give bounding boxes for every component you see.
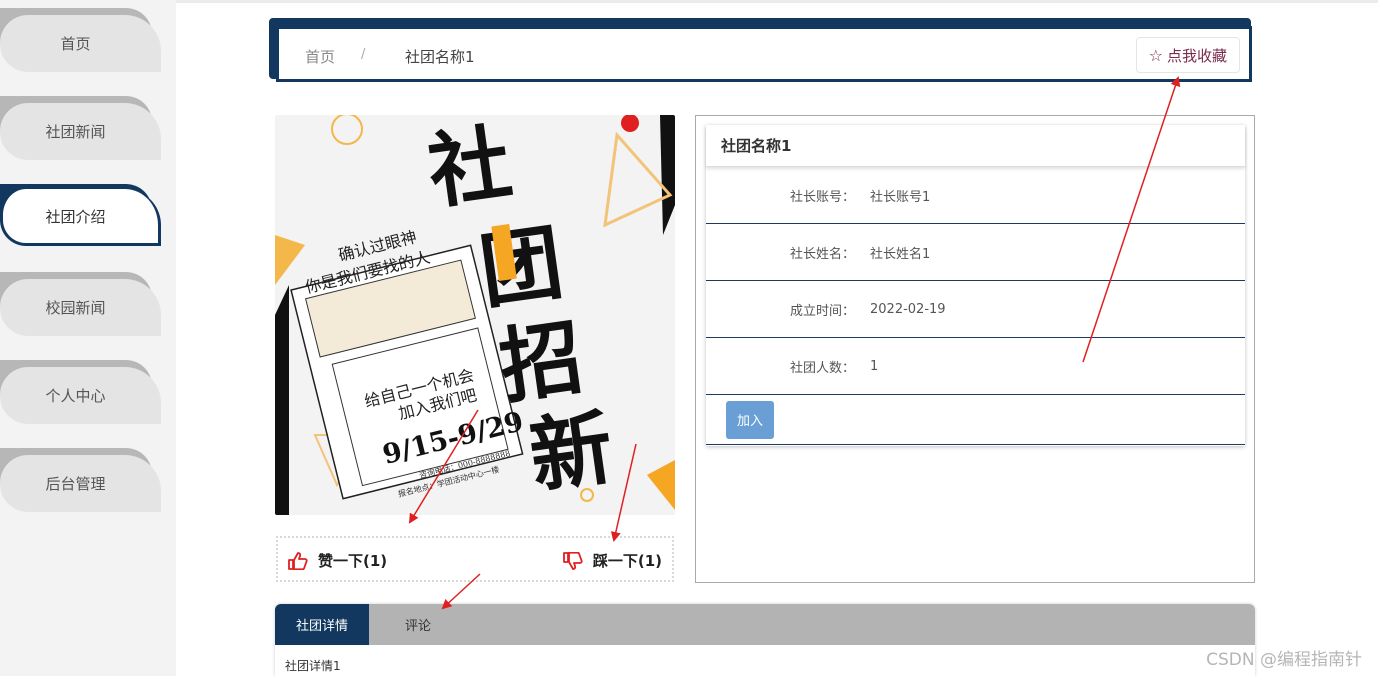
join-button[interactable]: 加入 — [726, 400, 774, 439]
club-name-title: 社团名称1 — [706, 125, 1245, 167]
breadcrumb-separator: / — [361, 47, 366, 62]
info-label: 社团人数 — [789, 360, 842, 376]
info-row-founded-date: 成立时间 ： 2022-02-19 — [706, 281, 1245, 338]
tab-club-details[interactable]: 社团详情 — [275, 604, 369, 645]
dislike-label: 踩一下(1) — [592, 552, 662, 570]
sidebar-item-admin[interactable]: 后台管理 — [0, 448, 161, 512]
poster-headline-char: 新 — [524, 400, 618, 505]
top-divider — [176, 0, 1378, 3]
breadcrumb: 首页 / 社团名称1 ☆ 点我收藏 — [276, 26, 1252, 82]
breadcrumb-home-link[interactable]: 首页 — [305, 46, 335, 67]
sidebar-item-campus-news[interactable]: 校园新闻 — [0, 272, 161, 336]
poster-headline-char: 社 — [423, 115, 517, 220]
tab-content: 社团详情1 — [285, 659, 341, 673]
tab-bar: 社团详情 评论 — [275, 604, 1255, 645]
club-poster-image: 社 团 招 新 确认过眼神 你是我们要找的人 给自己一个机会 加入我们吧 9/1… — [275, 115, 675, 515]
poster-graphic: 社 团 招 新 确认过眼神 你是我们要找的人 给自己一个机会 加入我们吧 9/1… — [275, 115, 675, 515]
sidebar-item-club-news[interactable]: 社团新闻 — [0, 96, 161, 160]
sidebar-item-label: 社团新闻 — [0, 103, 161, 160]
tab-comments[interactable]: 评论 — [369, 604, 449, 645]
detail-tabs: 社团详情 评论 社团详情1 — [275, 604, 1255, 676]
star-icon: ☆ — [1148, 45, 1163, 65]
sidebar-item-label: 首页 — [0, 15, 161, 72]
poster-headline-char: 团 — [474, 215, 568, 320]
sidebar-item-label: 个人中心 — [0, 367, 161, 424]
info-label: 社长姓名 — [789, 246, 842, 262]
info-value: 2022-02-19 — [870, 301, 946, 317]
info-colon: ： — [842, 303, 856, 319]
info-row-leader-name: 社长姓名 ： 社长姓名1 — [706, 224, 1245, 281]
favorite-button[interactable]: ☆ 点我收藏 — [1135, 37, 1240, 73]
like-label: 赞一下(1) — [318, 552, 388, 570]
sidebar-item-home[interactable]: 首页 — [0, 8, 161, 72]
join-row: 加入 — [706, 395, 1245, 445]
vote-bar: 赞一下(1) 踩一下(1) — [276, 536, 674, 582]
club-info-panel: 社团名称1 社长账号 ： 社长账号1 社长姓名 ： 社长姓名1 成立时间 ： 2… — [695, 115, 1255, 583]
sidebar-item-label: 校园新闻 — [0, 279, 161, 336]
info-label: 成立时间 — [789, 303, 842, 319]
info-label: 社长账号 — [789, 189, 842, 205]
sidebar-item-club-intro[interactable]: 社团介绍 — [0, 184, 161, 246]
thumbs-up-icon — [288, 551, 308, 570]
like-button[interactable]: 赞一下(1) — [288, 550, 387, 571]
sidebar-item-personal-center[interactable]: 个人中心 — [0, 360, 161, 424]
info-value: 1 — [870, 358, 879, 374]
info-colon: ： — [842, 360, 856, 376]
sidebar: 首页 社团新闻 社团介绍 校园新闻 个人中心 后台管理 — [0, 0, 176, 676]
info-value: 社长姓名1 — [870, 246, 931, 262]
watermark: CSDN @编程指南针 — [1206, 650, 1362, 670]
poster-headline-char: 招 — [494, 310, 588, 415]
dislike-button[interactable]: 踩一下(1) — [562, 550, 662, 571]
club-info-card: 社团名称1 社长账号 ： 社长账号1 社长姓名 ： 社长姓名1 成立时间 ： 2… — [706, 125, 1245, 446]
favorite-button-label: 点我收藏 — [1166, 46, 1227, 65]
info-colon: ： — [842, 246, 856, 262]
info-value: 社长账号1 — [870, 189, 931, 205]
thumbs-down-icon — [562, 551, 583, 570]
breadcrumb-current: 社团名称1 — [405, 48, 475, 66]
info-colon: ： — [842, 189, 856, 205]
sidebar-item-label: 社团介绍 — [0, 189, 161, 246]
info-row-member-count: 社团人数 ： 1 — [706, 338, 1245, 395]
info-row-leader-account: 社长账号 ： 社长账号1 — [706, 167, 1245, 224]
sidebar-item-label: 后台管理 — [0, 455, 161, 512]
